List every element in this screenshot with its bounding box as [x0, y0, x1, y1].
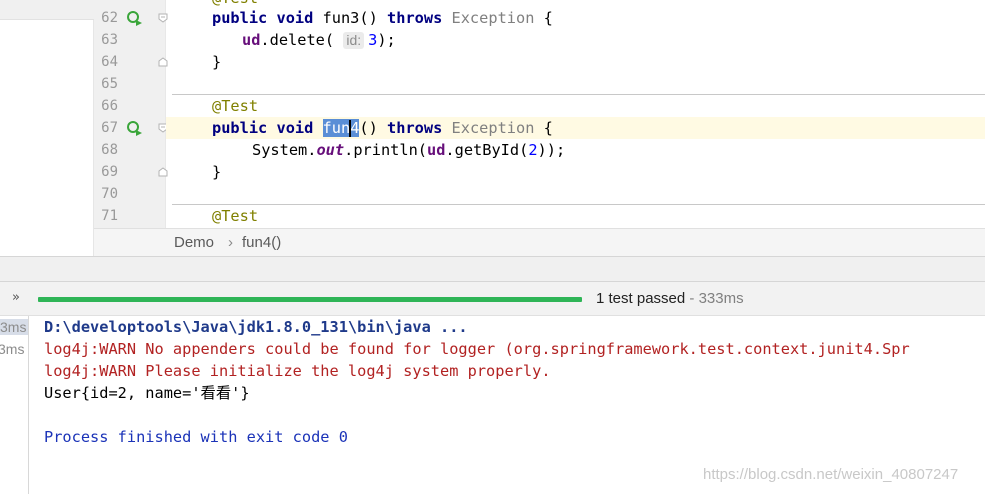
breadcrumb-method[interactable]: fun4() — [242, 234, 281, 251]
code-line-63: 63 ud.delete( id: 3); — [0, 29, 985, 51]
test-progress-bar — [38, 297, 582, 302]
line-number: 66 — [101, 98, 118, 114]
expand-toolbar-icon[interactable]: » — [12, 290, 20, 305]
code-line-71: 71 @Test — [0, 205, 985, 227]
code-editor[interactable]: @Test 62 public void fun3() throws Excep… — [0, 0, 985, 256]
line-number: 70 — [101, 186, 118, 202]
code-line-66: 66 @Test — [0, 95, 985, 117]
line-number: 68 — [101, 142, 118, 158]
parameter-hint: id: — [343, 32, 365, 49]
run-test-icon[interactable] — [126, 10, 144, 26]
code-line-67: 67 public void fun4() throws Exception { — [0, 117, 985, 139]
run-test-icon[interactable] — [126, 120, 144, 136]
code-text: ud.delete( id: 3); — [242, 31, 396, 49]
line-number: 69 — [101, 164, 118, 180]
code-text: @Test — [212, 207, 259, 225]
selected-text: fun4 — [322, 119, 360, 137]
code-line-62: 62 public void fun3() throws Exception { — [0, 7, 985, 29]
line-number: 63 — [101, 32, 118, 48]
run-console[interactable]: 3ms 3ms D:\developtools\Java\jdk1.8.0_13… — [0, 316, 985, 494]
test-duration[interactable]: 3ms — [0, 319, 28, 335]
code-text: public void fun4() throws Exception { — [212, 119, 553, 137]
line-number: 67 — [101, 120, 118, 136]
code-line-69: 69 } — [0, 161, 985, 183]
breadcrumb-class[interactable]: Demo — [174, 234, 214, 251]
code-text: @Test — [212, 97, 259, 115]
line-number: 64 — [101, 54, 118, 70]
line-number: 71 — [101, 208, 118, 224]
console-line: D:\developtools\Java\jdk1.8.0_131\bin\ja… — [44, 318, 468, 336]
line-number: 65 — [101, 76, 118, 92]
test-run-toolbar: » 1 test passed - 333ms — [0, 282, 985, 316]
console-line: log4j:WARN No appenders could be found f… — [44, 340, 910, 358]
console-line: log4j:WARN Please initialize the log4j s… — [44, 362, 551, 380]
line-number: 62 — [101, 10, 118, 26]
code-text: public void fun3() throws Exception { — [212, 9, 553, 27]
code-line-68: 68 System.out.println(ud.getById(2)); — [0, 139, 985, 161]
test-tree-panel[interactable]: 3ms 3ms — [0, 316, 29, 494]
code-line-64: 64 } — [0, 51, 985, 73]
code-text: } — [212, 163, 222, 181]
test-duration[interactable]: 3ms — [0, 341, 24, 357]
console-line: Process finished with exit code 0 — [44, 428, 348, 446]
breadcrumb: Demo › fun4() — [94, 228, 985, 256]
code-text: } — [212, 53, 222, 71]
code-line-70: 70 — [0, 183, 985, 205]
watermark: https://blog.csdn.net/weixin_40807247 — [703, 466, 959, 483]
console-line: User{id=2, name='看看'} — [44, 384, 250, 402]
code-line-65: 65 — [0, 73, 985, 95]
breadcrumb-separator-icon: › — [228, 234, 233, 251]
code-text: System.out.println(ud.getById(2)); — [252, 141, 566, 159]
test-status: 1 test passed - 333ms — [596, 290, 744, 307]
panel-divider[interactable] — [0, 256, 985, 282]
